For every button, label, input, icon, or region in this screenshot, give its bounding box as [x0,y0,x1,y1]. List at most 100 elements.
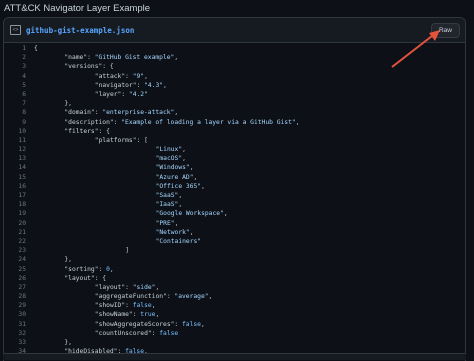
line-number: 9 [22,118,26,126]
code-token: "Windows" [155,164,190,172]
line-number: 28 [18,293,26,301]
code-text: "description": "Example of loading a lay… [34,118,299,127]
code-token: "enterprise-attack" [102,109,175,117]
code-token: , [174,109,179,117]
code-token: , [109,265,114,273]
code-token: , [189,228,194,236]
code-token: , [201,182,205,190]
code-line: 15 "Azure AD", [4,173,465,182]
line-number: 21 [18,228,26,236]
code-token: "SaaS" [155,192,179,199]
code-token: "aggregateFunction": [94,293,175,301]
code-token: , [178,192,183,199]
raw-button[interactable]: Raw [430,23,460,38]
code-line: 21 "Network", [4,228,465,237]
code-token: false [159,329,179,337]
code-token: , [189,164,194,172]
line-number: 15 [18,173,26,181]
code-token: ] [125,247,129,255]
code-text: "sorting": 0, [34,265,114,274]
code-token: , [295,118,300,126]
code-text: }, [34,99,72,108]
code-line: 18 "IaaS", [4,200,465,209]
code-text: "attack": "9", [34,72,148,81]
page-title: ATT&CK Navigator Layer Example [4,3,151,14]
code-token: }, [64,100,72,108]
line-number: 16 [18,182,26,190]
code-token: "layout": [94,283,133,291]
code-token: true [140,311,156,319]
code-file-icon: <> [10,25,21,35]
line-number: 20 [18,219,26,227]
code-text: "Office 365", [34,182,205,191]
code-token: , [151,302,156,310]
code-token: , [182,155,186,163]
line-number: 31 [18,320,26,328]
code-line: 7}, [4,99,465,108]
line-number: 32 [18,329,26,337]
code-token: "4.2" [128,90,148,98]
code-text: }, [34,255,72,264]
code-line: 19 "Google Workspace", [4,209,465,218]
line-number: 12 [18,146,26,154]
code-text: "domain": "enterprise-attack", [34,108,178,117]
code-text: "IaaS", [34,200,183,209]
code-token: , [174,54,179,62]
code-token: , [223,210,228,218]
code-line: 4 "attack": "9", [4,72,465,81]
line-number: 30 [18,311,26,319]
code-line: 23] [4,246,465,255]
code-text: "aggregateFunction": "average", [34,292,213,301]
file-name-link[interactable]: github-gist-example.json [26,26,134,35]
code-text: "Azure AD", [34,173,198,182]
code-token: , [178,201,183,209]
code-line: 6 "layer": "4.2" [4,90,465,99]
code-token: "description": [64,118,122,126]
code-line: 3 "versions": { [4,62,465,71]
code-line: 11 "platforms": [ [4,136,465,145]
code-line: 31 "showAggregateScores": false, [4,320,465,329]
code-line: 33}, [4,338,465,347]
code-token: , [182,146,186,154]
line-number: 10 [18,127,26,135]
line-number: 11 [18,136,26,144]
line-number: 27 [18,283,26,291]
line-number: 18 [18,201,26,209]
code-token: , [200,320,205,328]
line-number: 25 [18,265,26,273]
code-line: 26 "layout": { [4,274,465,283]
code-line: 24}, [4,255,465,264]
code-line: 14 "Windows", [4,163,465,172]
line-number: 19 [18,210,26,218]
code-line: 28 "aggregateFunction": "average", [4,292,465,301]
code-text: "name": "GitHub Gist example", [34,53,178,62]
horizontal-scrollbar[interactable] [3,353,466,360]
code-text: "countUnscored": false [34,329,178,338]
code-text: "layout": "side", [34,283,159,292]
code-text: ] [34,246,129,255]
code-token: "PRE" [155,219,175,227]
code-token: , [155,311,160,319]
code-text: "Network", [34,228,194,237]
code-token: "attack": [94,72,133,80]
code-text: "filters": { [34,127,110,136]
code-line: 20 "PRE", [4,219,465,228]
line-number: 24 [18,256,26,264]
line-number: 8 [22,109,26,117]
code-token: }, [64,339,72,346]
code-line: 30 "showName": true, [4,310,465,319]
line-number: 13 [18,155,26,163]
code-view: 1{2 "name": "GitHub Gist example", 3 "versi… [4,43,465,356]
code-token: "showAggregateScores": [94,320,182,328]
code-token: "Containers" [155,237,202,245]
code-text: { [34,44,38,53]
line-number: 2 [22,54,26,62]
code-text: "navigator": "4.3", [34,81,167,90]
code-text: }, [34,338,72,347]
code-text: "Windows", [34,163,194,172]
code-text: "layer": "4.2" [34,90,148,99]
gist-file-box: <> github-gist-example.json Raw 1{2 "name… [3,17,466,361]
code-token: "macOS" [155,155,183,163]
code-token: "GitHub Gist example" [94,54,175,62]
code-text: "macOS", [34,154,186,163]
